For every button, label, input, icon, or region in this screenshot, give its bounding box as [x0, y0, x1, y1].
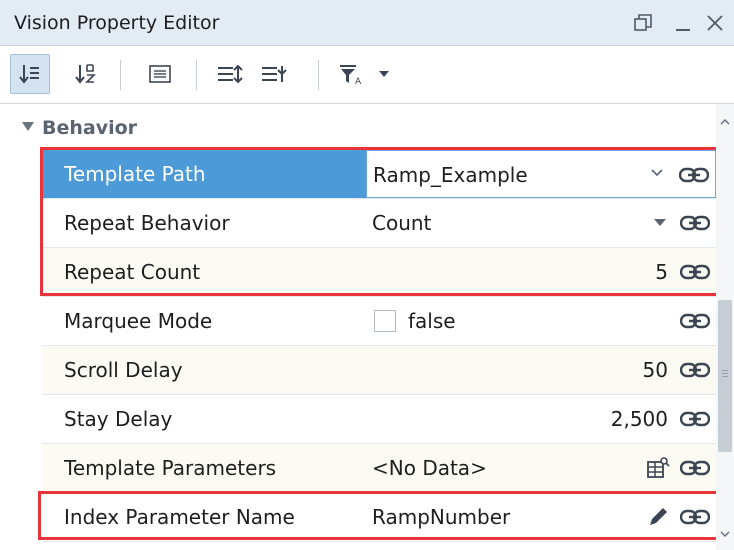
- property-value[interactable]: 2,500: [611, 395, 668, 443]
- property-row-marquee-mode[interactable]: Marquee Mode false: [42, 297, 716, 346]
- svg-text:A: A: [355, 77, 362, 85]
- dataset-viewer-icon[interactable]: [646, 456, 670, 480]
- filter-icon[interactable]: A: [332, 54, 372, 94]
- scroll-up-icon[interactable]: [719, 116, 731, 128]
- filter-dropdown-icon[interactable]: [372, 54, 396, 94]
- collapse-triangle-icon[interactable]: [22, 122, 34, 131]
- sort-categorized-icon[interactable]: [10, 54, 50, 94]
- scrollbar-thumb[interactable]: [718, 300, 732, 452]
- property-name: Marquee Mode: [42, 297, 366, 345]
- property-row-scroll-delay[interactable]: Scroll Delay 50: [42, 346, 716, 395]
- property-value: false: [408, 309, 456, 333]
- marquee-mode-field[interactable]: false: [366, 297, 716, 345]
- property-name: Stay Delay: [42, 395, 366, 443]
- scroll-delay-field[interactable]: 50: [366, 346, 716, 394]
- vertical-scrollbar[interactable]: [716, 104, 734, 550]
- group-label: Behavior: [42, 117, 138, 139]
- expand-all-icon[interactable]: [210, 54, 250, 94]
- collapse-all-icon[interactable]: [254, 54, 294, 94]
- close-icon[interactable]: [700, 6, 730, 40]
- group-behavior[interactable]: Behavior: [0, 108, 716, 150]
- template-parameters-field[interactable]: <No Data>: [366, 444, 716, 492]
- scroll-down-icon[interactable]: [719, 528, 731, 540]
- property-row-stay-delay[interactable]: Stay Delay 2,500: [42, 395, 716, 444]
- marquee-mode-checkbox[interactable]: [374, 310, 396, 332]
- float-window-icon[interactable]: [628, 6, 658, 40]
- stay-delay-field[interactable]: 2,500: [366, 395, 716, 443]
- highlight-box-index-parameter: [38, 491, 720, 540]
- property-value[interactable]: 50: [643, 346, 668, 394]
- toolbar-separator: [120, 60, 121, 90]
- highlight-box-repeat-settings: [40, 147, 720, 296]
- link-icon[interactable]: [680, 410, 710, 428]
- link-icon[interactable]: [680, 361, 710, 379]
- link-icon[interactable]: [680, 312, 710, 330]
- toolbar: A: [0, 46, 734, 104]
- minimize-icon[interactable]: [668, 6, 698, 40]
- window-title: Vision Property Editor: [14, 12, 220, 34]
- toolbar-separator: [318, 60, 319, 90]
- property-value: <No Data>: [372, 456, 487, 480]
- description-panel-icon[interactable]: [140, 54, 180, 94]
- property-name: Template Parameters: [42, 444, 366, 492]
- property-row-template-parameters[interactable]: Template Parameters <No Data>: [42, 444, 716, 493]
- toolbar-separator: [196, 60, 197, 90]
- sort-alphabetical-icon[interactable]: [66, 54, 106, 94]
- property-name: Scroll Delay: [42, 346, 366, 394]
- link-icon[interactable]: [680, 459, 710, 477]
- title-bar: Vision Property Editor: [0, 0, 734, 46]
